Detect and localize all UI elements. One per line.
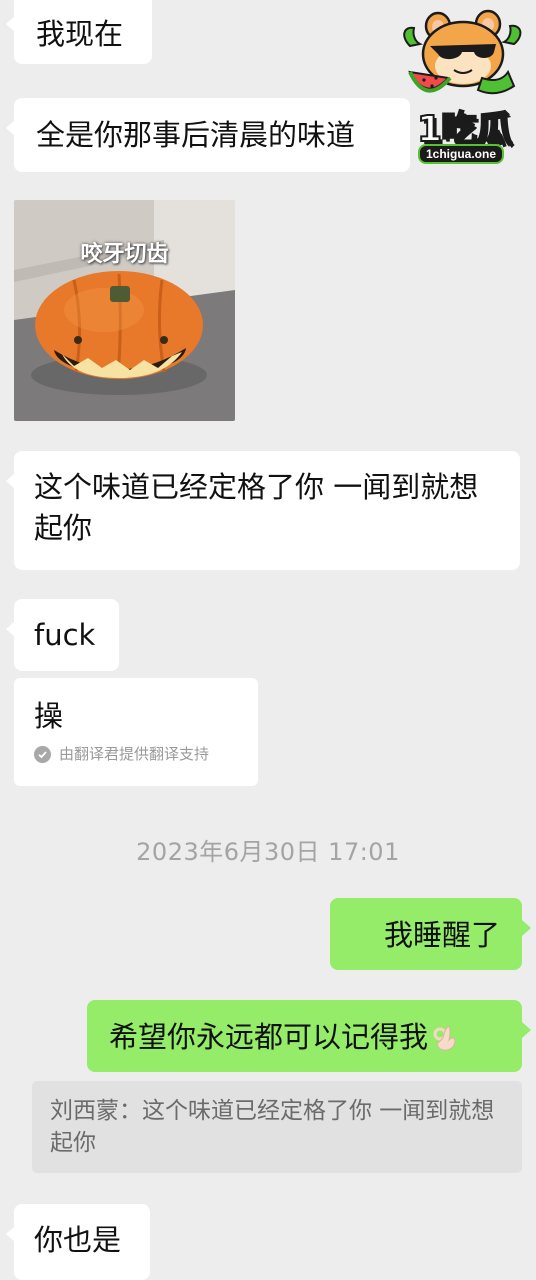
message-text: 全是你那事后清晨的味道 bbox=[36, 118, 356, 152]
message-text: 你也是 bbox=[34, 1223, 122, 1257]
message-text: 我现在 bbox=[36, 17, 124, 51]
watermark-url: 1chigua.one bbox=[418, 144, 505, 164]
message-text: 这个味道已经定格了你 一闻到就想起你 bbox=[34, 470, 479, 545]
watermark-logo: 1吃瓜 1chigua.one bbox=[396, 6, 532, 164]
quoted-message-text: 刘西蒙：这个味道已经定格了你 一闻到就想起你 bbox=[50, 1098, 495, 1156]
sticker-caption: 咬牙切齿 bbox=[80, 242, 169, 267]
message-bubble-incoming[interactable]: 我现在 bbox=[6, 0, 152, 64]
message-text: fuck bbox=[34, 618, 96, 652]
translation-source-note: 由翻译君提供翻译支持 bbox=[34, 743, 238, 765]
translation-bubble[interactable]: 操 由翻译君提供翻译支持 bbox=[14, 678, 258, 786]
chat-timestamp: 2023年6月30日 17:01 bbox=[136, 838, 400, 866]
pumpkin-sticker-image bbox=[14, 200, 235, 421]
translation-note-text: 由翻译君提供翻译支持 bbox=[59, 745, 210, 763]
message-text: 我睡醒了 bbox=[383, 918, 500, 952]
message-bubble-outgoing[interactable]: 希望你永远都可以记得我 bbox=[87, 1000, 531, 1072]
ok-hand-emoji-icon bbox=[431, 1022, 459, 1052]
message-bubble-incoming[interactable]: 这个味道已经定格了你 一闻到就想起你 bbox=[6, 451, 520, 570]
message-bubble-incoming[interactable]: 你也是 bbox=[6, 1204, 150, 1280]
pumpkin-sticker[interactable]: 咬牙切齿 bbox=[14, 200, 235, 421]
message-bubble-incoming[interactable]: fuck bbox=[6, 599, 119, 671]
check-circle-icon bbox=[34, 745, 51, 763]
message-text: 希望你永远都可以记得我 bbox=[109, 1020, 429, 1054]
translation-text: 操 bbox=[34, 699, 64, 733]
message-bubble-incoming[interactable]: 全是你那事后清晨的味道 bbox=[6, 98, 410, 172]
message-bubble-outgoing[interactable]: 我睡醒了 bbox=[330, 898, 531, 970]
quoted-message[interactable]: 刘西蒙：这个味道已经定格了你 一闻到就想起你 bbox=[32, 1081, 522, 1173]
